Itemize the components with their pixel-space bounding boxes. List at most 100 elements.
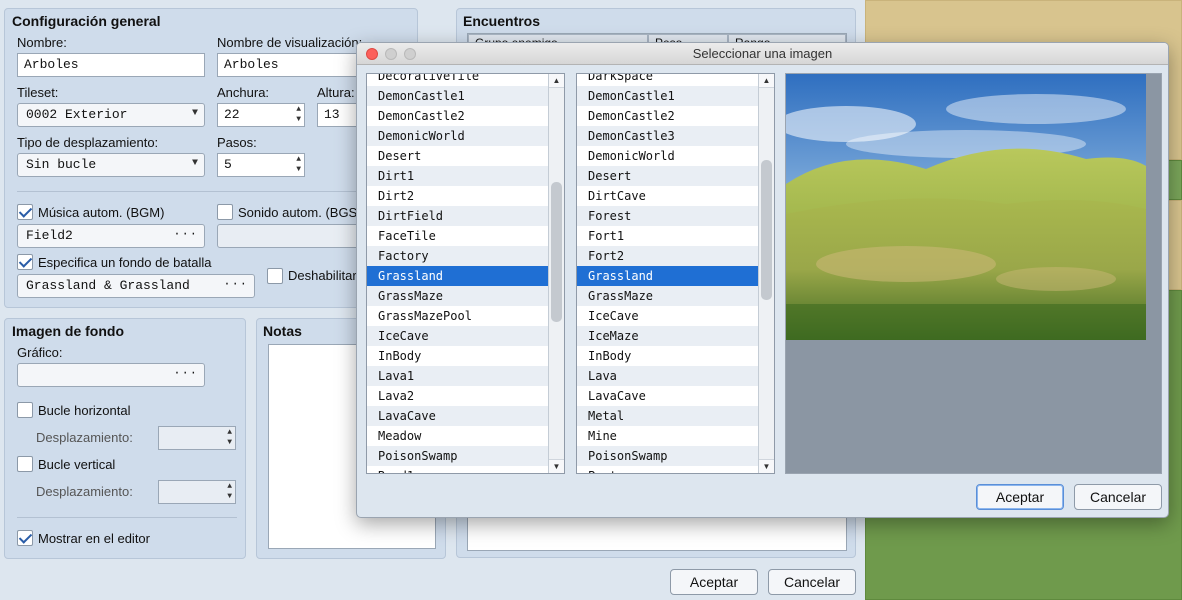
scroll-v-stepper[interactable]: ▲ ▼ [158,480,236,504]
notes-title: Notas [263,323,302,339]
bgs-checkbox[interactable] [217,204,233,220]
encounters-title: Encuentros [463,13,541,29]
list-item[interactable]: DemonCastle2 [367,106,548,126]
list-item[interactable]: PoisonSwamp [577,446,758,466]
list-item[interactable]: DirtField [367,206,548,226]
list-item[interactable]: Mine [577,426,758,446]
list-item[interactable]: Factory [367,246,548,266]
grassland-preview-image [786,74,1146,340]
parallax-title: Imagen de fondo [12,323,124,339]
list-item[interactable]: Meadow [367,426,548,446]
dialog-title: Seleccionar una imagen [692,46,833,61]
list-item[interactable]: GrassMazePool [367,306,548,326]
list-item[interactable]: IceMaze [577,326,758,346]
list-item[interactable]: Desert [367,146,548,166]
stepper-arrows-icon[interactable]: ▲ ▼ [227,482,232,502]
list-item[interactable]: Forest [577,206,758,226]
stepper-arrows-icon[interactable]: ▲ ▼ [296,105,301,125]
stepper-arrows-icon[interactable]: ▲ ▼ [227,428,232,448]
battleback2-list[interactable]: DarkSpace DemonCastle1 DemonCastle2 DemonCa… [576,73,775,474]
divider [17,517,237,518]
list-item[interactable]: DirtCave [577,186,758,206]
ellipsis-icon: ··· [173,366,198,380]
bgm-picker[interactable]: Field2 ··· [17,224,205,248]
chevron-down-icon: ▼ [191,108,198,119]
scroll-h-stepper[interactable]: ▲ ▼ [158,426,236,450]
list-item[interactable]: Lava2 [367,386,548,406]
loop-horizontal-label: Bucle horizontal [38,403,131,418]
disable-dash-label: Deshabilitar [288,268,357,283]
height-value: 13 [324,107,340,122]
list-item[interactable]: FaceTile [367,226,548,246]
list-item[interactable]: Grassland [577,266,758,286]
scroll-down-icon[interactable]: ▼ [549,459,564,473]
dialog-cancel-button[interactable]: Cancelar [1074,484,1162,510]
list-item[interactable]: Desert [577,166,758,186]
list-item[interactable]: DemonCastle1 [367,86,548,106]
scroll-up-icon[interactable]: ▲ [549,74,564,88]
list-item[interactable]: Grassland [367,266,548,286]
ellipsis-icon: ··· [223,277,248,291]
list-item[interactable]: InBody [367,346,548,366]
steps-stepper[interactable]: 5 ▲ ▼ [217,153,305,177]
image-preview [785,73,1162,474]
scroll-down-icon[interactable]: ▼ [759,459,774,473]
list-item[interactable]: PoisonSwamp [367,446,548,466]
graphic-label: Gráfico: [17,345,63,360]
list-item[interactable]: GrassMaze [367,286,548,306]
list-item[interactable]: Fort1 [577,226,758,246]
battleback-checkbox[interactable] [17,254,33,270]
loop-horizontal-checkbox[interactable] [17,402,33,418]
battleback1-list[interactable]: DecorativeTile DemonCastle1 DemonCastle2 De… [366,73,565,474]
list-item[interactable]: DarkSpace [577,74,758,86]
list-item[interactable]: DemonCastle2 [577,106,758,126]
list-item[interactable]: Port [577,466,758,473]
select-image-dialog: Seleccionar una imagen DecorativeTile Dem… [356,42,1169,518]
dialog-titlebar[interactable]: Seleccionar una imagen [357,43,1168,65]
dialog-ok-button[interactable]: Aceptar [976,484,1064,510]
list-item[interactable]: Dirt1 [367,166,548,186]
cancel-button[interactable]: Cancelar [768,569,856,595]
list-item[interactable]: LavaCave [367,406,548,426]
battleback-value: Grassland & Grassland [26,278,190,293]
tileset-select[interactable]: 0002 Exterior ▼ [17,103,205,127]
list-item[interactable]: Lava [577,366,758,386]
bgm-checkbox[interactable] [17,204,33,220]
scroll-up-icon[interactable]: ▲ [759,74,774,88]
battleback-picker[interactable]: Grassland & Grassland ··· [17,274,255,298]
list-item[interactable]: Metal [577,406,758,426]
list-item[interactable]: Lava1 [367,366,548,386]
list-item[interactable]: DemonCastle3 [577,126,758,146]
list-item[interactable]: IceCave [367,326,548,346]
list2-scrollbar[interactable]: ▲ ▼ [758,74,774,473]
width-stepper[interactable]: 22 ▲ ▼ [217,103,305,127]
list-item[interactable]: InBody [577,346,758,366]
list1-scrollbar[interactable]: ▲ ▼ [548,74,564,473]
loop-vertical-label: Bucle vertical [38,457,116,472]
ok-button[interactable]: Aceptar [670,569,758,595]
list-item[interactable]: DemonCastle1 [577,86,758,106]
list-item[interactable]: Dirt2 [367,186,548,206]
list-item[interactable]: IceCave [577,306,758,326]
show-in-editor-label: Mostrar en el editor [38,531,150,546]
list-item[interactable]: Road1 [367,466,548,473]
scroll-thumb[interactable] [551,182,562,322]
loop-vertical-checkbox[interactable] [17,456,33,472]
scroll-thumb[interactable] [761,160,772,300]
show-in-editor-checkbox[interactable] [17,530,33,546]
list-item[interactable]: DecorativeTile [367,74,548,86]
list-item[interactable]: Fort2 [577,246,758,266]
scroll-type-select[interactable]: Sin bucle ▼ [17,153,205,177]
steps-value: 5 [224,157,232,172]
graphic-picker[interactable]: ··· [17,363,205,387]
list-item[interactable]: DemonicWorld [367,126,548,146]
stepper-arrows-icon[interactable]: ▲ ▼ [296,155,301,175]
name-input[interactable]: Arboles [17,53,205,77]
list-item[interactable]: DemonicWorld [577,146,758,166]
chevron-down-icon: ▼ [191,158,198,169]
list-item[interactable]: LavaCave [577,386,758,406]
width-value: 22 [224,107,240,122]
disable-dash-checkbox[interactable] [267,268,283,284]
list-item[interactable]: GrassMaze [577,286,758,306]
scroll-v-label: Desplazamiento: [36,484,133,499]
